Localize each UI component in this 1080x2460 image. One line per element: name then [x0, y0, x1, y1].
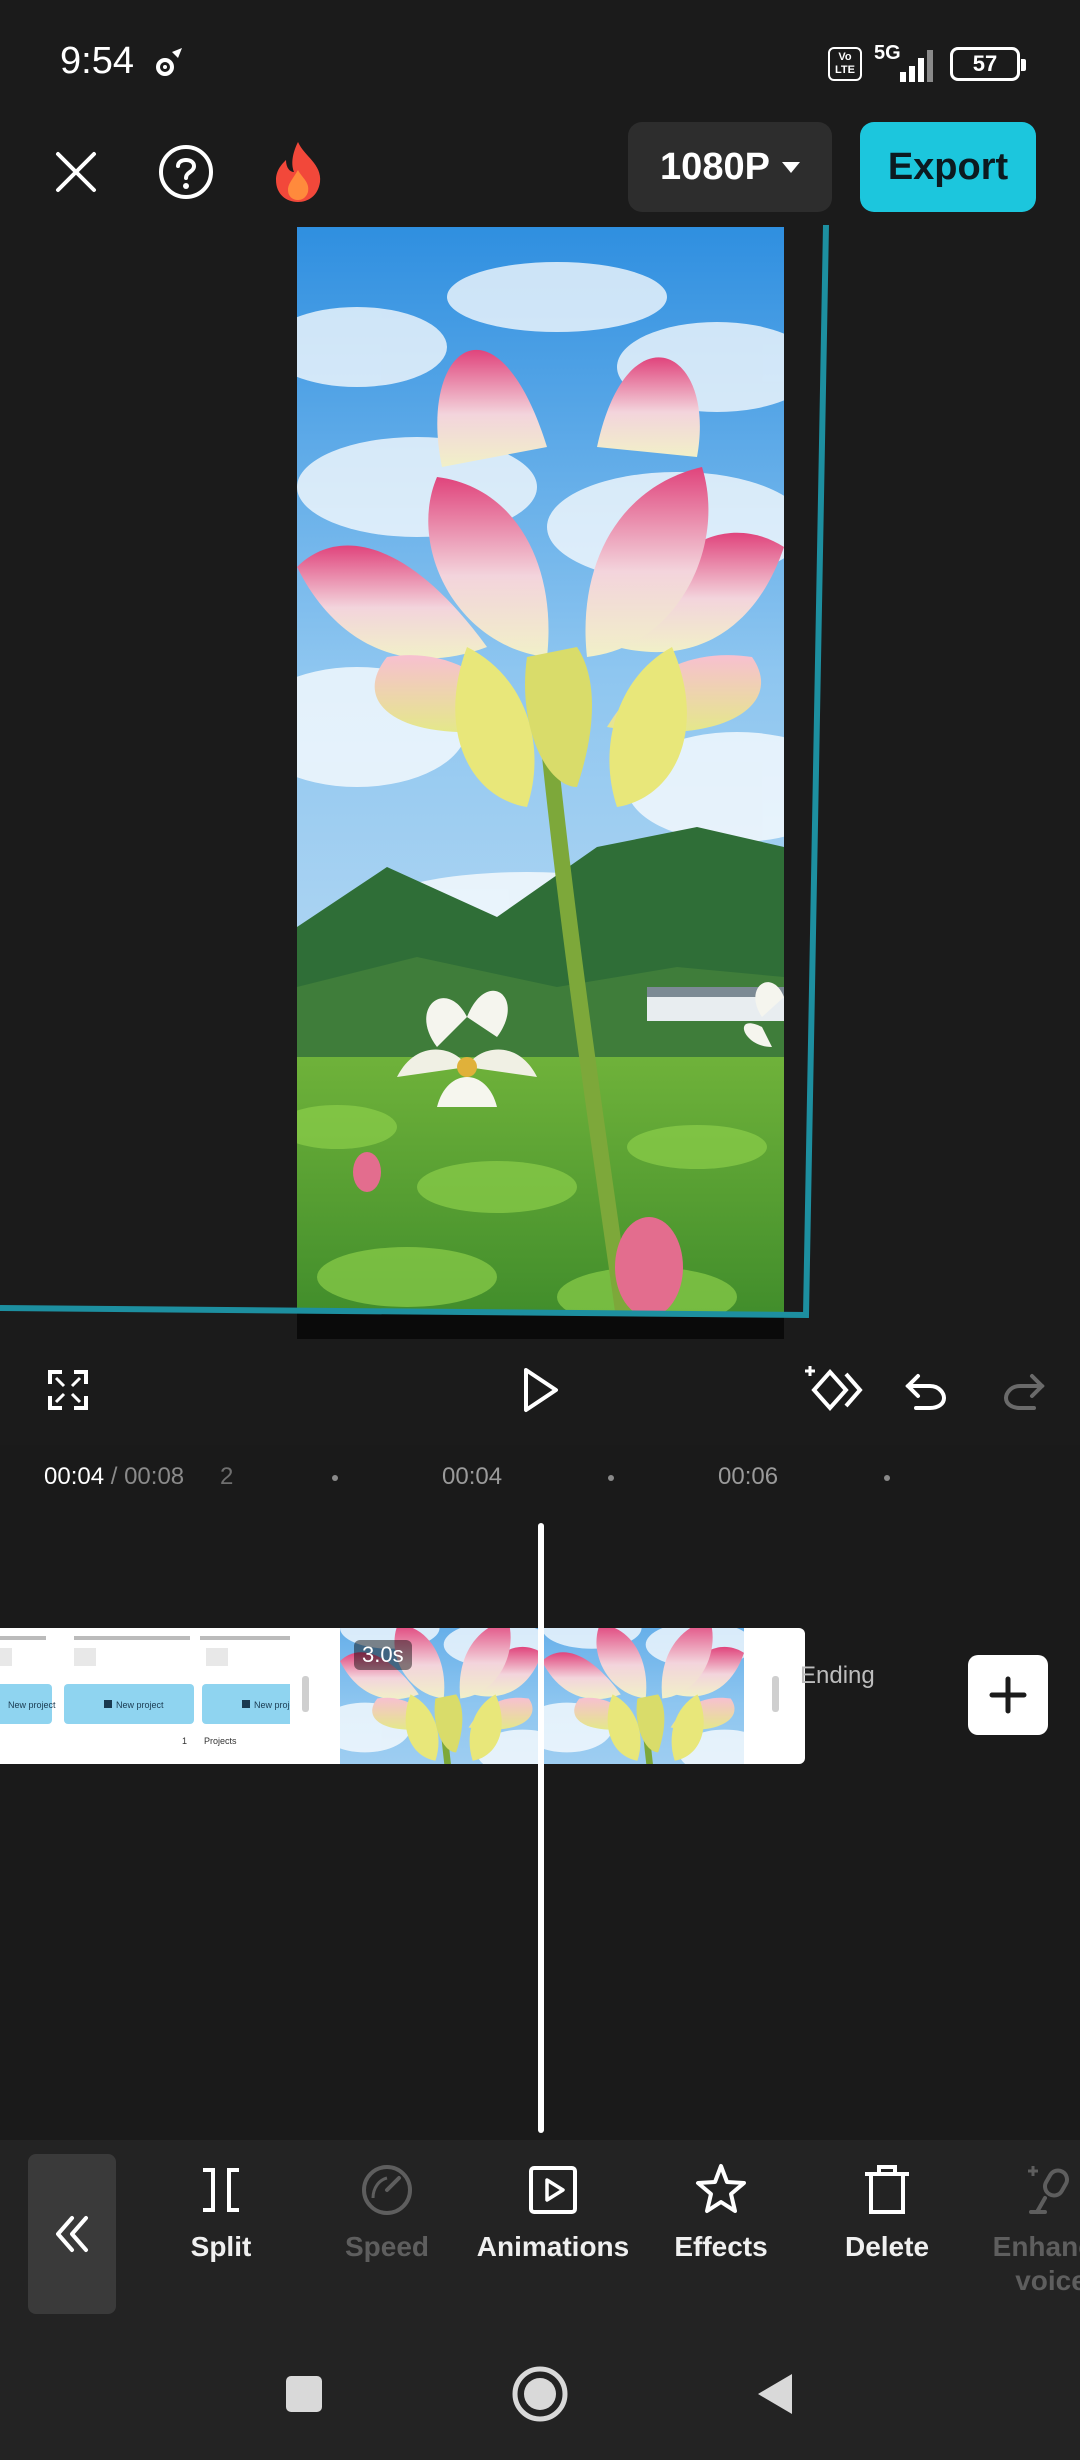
clip-thumbnail: New project 1 [64, 1628, 200, 1764]
split-tool[interactable]: Split [136, 2158, 306, 2318]
enhance-voice-icon [1019, 2158, 1080, 2222]
help-icon [159, 145, 213, 199]
animations-icon [521, 2158, 585, 2222]
add-clip-button[interactable] [968, 1655, 1048, 1735]
undo-icon [905, 1374, 947, 1410]
keyframe-icon [805, 1366, 863, 1412]
tool-label: Animations [476, 2231, 630, 2262]
video-clip-screenshot[interactable]: New project Projects New project 1 [0, 1628, 290, 1764]
system-navigation-bar [0, 2330, 1080, 2460]
time-separator: / [110, 1463, 118, 1490]
close-button[interactable] [40, 136, 112, 208]
redo-button[interactable] [988, 1354, 1060, 1426]
thumbnail-button-text: New project [254, 1700, 290, 1710]
speed-tool[interactable]: Speed [302, 2158, 472, 2318]
ruler-label: 00:04 [442, 1463, 503, 1490]
tool-label: Effects [674, 2231, 768, 2262]
clip-duration-badge: 3.0s [354, 1640, 412, 1670]
lotus-preview-image [297, 227, 784, 1339]
total-time: 00:08 [124, 1463, 185, 1490]
play-button[interactable] [504, 1354, 576, 1426]
tool-label: Delete [844, 2231, 930, 2262]
ruler-label: 00:06 [718, 1463, 779, 1490]
fire-icon [276, 142, 321, 202]
time-display: 00:04 / 00:08 [44, 1463, 184, 1491]
resolution-dropdown[interactable]: 1080P [628, 122, 832, 212]
thumbnail-button-text: New project [116, 1700, 164, 1710]
video-editor-screen: 9:54 Vo LTE 5G 57 1080P Export 00:04 / 0… [0, 0, 1080, 2460]
playhead[interactable] [538, 1523, 544, 2133]
battery-indicator: 57 [950, 47, 1026, 81]
current-time: 00:04 [44, 1463, 105, 1490]
clip-thumbnail [542, 1628, 744, 1764]
resolution-label: 1080P [660, 145, 770, 188]
clip-trim-handle[interactable] [772, 1676, 779, 1712]
clip-thumbnail: New project Projects [0, 1628, 56, 1764]
ending-label: Ending [800, 1662, 875, 1689]
ruler-tick [332, 1475, 338, 1481]
editor-top-bar: 1080P Export [0, 120, 1080, 230]
recent-apps-button[interactable] [268, 2358, 340, 2430]
redo-icon [1003, 1374, 1045, 1410]
back-button[interactable] [738, 2358, 810, 2430]
home-button[interactable] [504, 2358, 576, 2430]
plus-icon [989, 1676, 1027, 1714]
tool-label: Enhance voice [992, 2231, 1080, 2296]
split-icon [189, 2158, 253, 2222]
status-time: 9:54 [60, 40, 134, 82]
chevron-down-icon [781, 161, 800, 173]
edit-toolbar: Split Speed Animations Effects Delete En… [0, 2140, 1080, 2330]
clip-trim-handle[interactable] [302, 1676, 309, 1712]
clip-thumbnail: New project Projects [200, 1628, 290, 1764]
stop-icon [286, 2376, 322, 2412]
delete-tool[interactable]: Delete [802, 2158, 972, 2318]
ruler-tick [608, 1475, 614, 1481]
video-preview[interactable] [297, 227, 784, 1339]
ruler-label-partial: 2 [220, 1463, 234, 1490]
play-icon [524, 1368, 558, 1412]
effects-tool[interactable]: Effects [636, 2158, 806, 2318]
ruler-tick [884, 1475, 890, 1481]
timeline-panel[interactable]: 00:04 / 00:08 2 00:04 00:06 New project … [0, 1445, 1080, 2140]
toolbar-back-button[interactable] [28, 2154, 116, 2314]
svg-text:1: 1 [182, 1736, 187, 1746]
fullscreen-button[interactable] [32, 1354, 104, 1426]
enhance-voice-tool[interactable]: Enhance voice [966, 2158, 1080, 2318]
effects-icon [689, 2158, 753, 2222]
animations-tool[interactable]: Animations [468, 2158, 638, 2318]
speed-icon [355, 2158, 419, 2222]
keyframe-button[interactable] [796, 1354, 868, 1426]
preview-letterbox [297, 1313, 784, 1339]
signal-icon: 5G [874, 42, 938, 84]
close-icon [56, 152, 96, 192]
back-icon [758, 2374, 792, 2414]
time-ruler: 00:04 / 00:08 2 00:04 00:06 [0, 1445, 1080, 1505]
volte-badge: Vo LTE [828, 47, 862, 81]
fullscreen-icon [48, 1370, 88, 1410]
video-preview-area [0, 225, 1080, 1345]
delete-icon [855, 2158, 919, 2222]
undo-button[interactable] [890, 1354, 962, 1426]
double-chevron-left-icon [56, 2216, 88, 2252]
thumbnail-heading-text: Projects [204, 1736, 237, 1746]
video-track[interactable]: New project Projects New project 1 [0, 1628, 805, 1764]
status-indicators: Vo LTE 5G 57 [828, 42, 1026, 84]
export-button[interactable]: Export [860, 122, 1036, 212]
gear-icon [152, 44, 188, 80]
tool-label: Speed [344, 2231, 430, 2262]
home-icon [512, 2366, 568, 2422]
playback-controls [0, 1340, 1080, 1440]
help-button[interactable] [150, 136, 222, 208]
trending-button[interactable] [258, 132, 338, 212]
tool-label: Split [190, 2231, 252, 2262]
thumbnail-button-text: New project [8, 1700, 56, 1710]
status-bar: 9:54 Vo LTE 5G 57 [0, 0, 1080, 120]
